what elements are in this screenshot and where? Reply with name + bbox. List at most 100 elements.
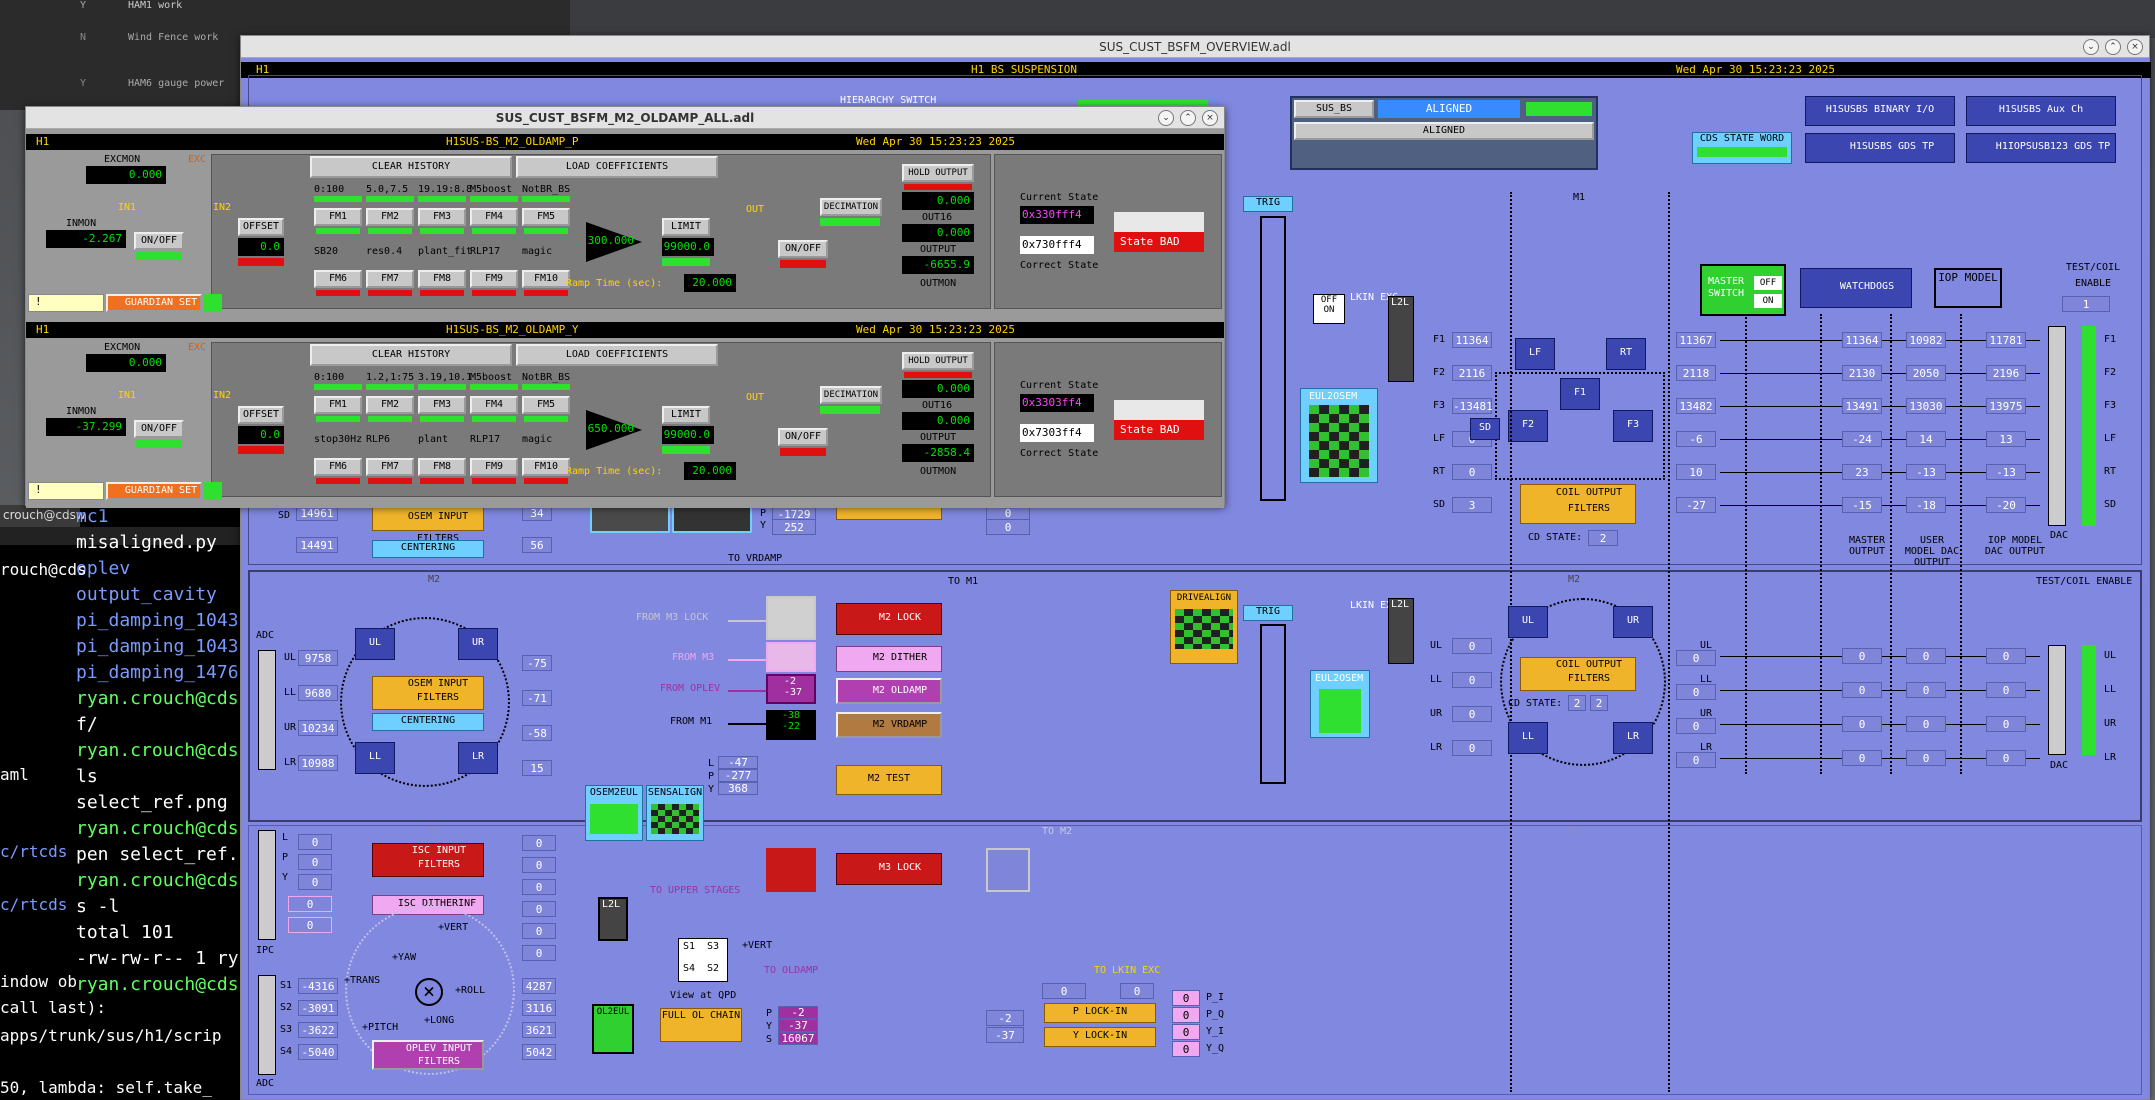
m2-osem-input-filters[interactable]: OSEM INPUT FILTERS [372, 676, 484, 710]
fm-button[interactable]: FM3 [418, 396, 466, 414]
m1-lf-osem[interactable]: LF [1515, 338, 1555, 370]
offset-button[interactable]: OFFSET [238, 218, 284, 236]
ramp-time-value[interactable]: 20.000 [684, 462, 736, 480]
gain-value[interactable]: 650.000 [586, 420, 638, 438]
m2-lock-button[interactable]: M2 LOCK [836, 603, 942, 635]
m2-dither-button[interactable]: M2 DITHER [836, 646, 942, 672]
output-onoff-button[interactable]: ON/OFF [778, 240, 828, 258]
fm-button[interactable]: FM7 [366, 270, 414, 288]
fm-button[interactable]: FM9 [470, 270, 518, 288]
overview-titlebar[interactable]: SUS_CUST_BSFM_OVERVIEW.adl ⌄ ⌃ × [241, 36, 2149, 58]
oplev-input-filters[interactable]: OPLEV INPUT FILTERS [372, 1040, 484, 1070]
iop-gds-tp-button[interactable]: H1IOPSUSB123 GDS TP [1966, 133, 2116, 163]
m2-trig-button[interactable]: TRIG [1243, 605, 1293, 621]
hold-output-button[interactable]: HOLD OUTPUT [902, 352, 974, 370]
m1-f3-osem[interactable]: F3 [1613, 410, 1653, 442]
fm-button[interactable]: FM1 [314, 396, 362, 414]
sus-bs-button[interactable]: SUS_BS [1294, 100, 1374, 118]
fm-button[interactable]: FM9 [470, 458, 518, 476]
m1-sensalign-mini[interactable] [672, 505, 752, 533]
m1-eul2osem[interactable]: EUL2OSEM [1300, 388, 1378, 483]
p-lockin-button[interactable]: P LOCK-IN [1044, 1003, 1156, 1023]
m2-oldamp-button[interactable]: M2 OLDAMP [836, 678, 942, 704]
offset-button[interactable]: OFFSET [238, 406, 284, 424]
full-ol-chain-button[interactable]: FULL OL CHAIN [660, 1008, 742, 1042]
fm-button[interactable]: FM5 [522, 208, 570, 226]
oldamp-titlebar[interactable]: SUS_CUST_BSFM_M2_OLDAMP_ALL.adl ⌄ ⌃ × [26, 107, 1224, 129]
m2-lr-osem[interactable]: LR [458, 742, 498, 774]
gain-value[interactable]: 300.000 [586, 232, 638, 250]
m2-eul2osem[interactable]: EUL2OSEM [1310, 670, 1370, 738]
m2-coil-output-filters[interactable]: COIL OUTPUT FILTERS [1520, 657, 1636, 691]
aux-ch-button[interactable]: H1SUSBS Aux Ch [1966, 96, 2116, 126]
m2-coil-enable-bar[interactable] [2082, 645, 2096, 755]
watchdogs-button[interactable]: WATCHDOGS [1800, 268, 1912, 308]
m2-right-ll-osem[interactable]: LL [1508, 722, 1548, 754]
clear-history-button[interactable]: CLEAR HISTORY [310, 344, 512, 366]
m1-f2-osem[interactable]: F2 [1508, 410, 1548, 442]
offset-value[interactable]: 0.0 [238, 238, 284, 256]
gds-tp-button[interactable]: H1SUSBS GDS TP [1805, 133, 1955, 163]
limit-value[interactable]: 99000.0 [662, 426, 714, 444]
load-coefficients-button[interactable]: LOAD COEFFICIENTS [516, 344, 718, 366]
guardian-request-select[interactable]: ALIGNED [1294, 122, 1594, 140]
m1-rt-osem[interactable]: RT [1606, 338, 1646, 370]
terminal-tab[interactable]: crouch@cdsw [0, 505, 86, 527]
fm-button[interactable]: FM2 [366, 396, 414, 414]
test-coil-enable-field[interactable]: 1 [2062, 296, 2110, 312]
m2-test-button[interactable]: M2 TEST [836, 765, 942, 795]
m1-sd-osem[interactable]: SD [1470, 418, 1500, 440]
fm-button[interactable]: FM10 [522, 270, 570, 288]
maximize-icon[interactable]: ⌃ [2105, 39, 2121, 55]
m1-coil-enable-bar[interactable] [2082, 326, 2096, 526]
ol2eul-button[interactable]: OL2EUL [592, 1004, 634, 1054]
guardian-set-button[interactable]: GUARDIAN SET [106, 294, 202, 312]
isc-input-filters[interactable]: ISC INPUT FILTERS [372, 843, 484, 877]
guardian-set-button[interactable]: GUARDIAN SET [106, 482, 202, 500]
m2-centering-button[interactable]: CENTERING [372, 713, 484, 731]
fm-button[interactable]: FM5 [522, 396, 570, 414]
fm-button[interactable]: FM7 [366, 458, 414, 476]
limit-button[interactable]: LIMIT [662, 406, 710, 424]
limit-button[interactable]: LIMIT [662, 218, 710, 236]
close-icon[interactable]: × [1202, 110, 1218, 126]
fm-button[interactable]: FM8 [418, 458, 466, 476]
m2-ll-osem[interactable]: LL [355, 742, 395, 774]
y-lockin-button[interactable]: Y LOCK-IN [1044, 1027, 1156, 1047]
m1-osem2eul-mini[interactable] [590, 505, 670, 533]
m2-right-ur-osem[interactable]: UR [1613, 606, 1653, 638]
clear-history-button[interactable]: CLEAR HISTORY [310, 156, 512, 178]
limit-value[interactable]: 99000.0 [662, 238, 714, 256]
hold-output-button[interactable]: HOLD OUTPUT [902, 164, 974, 182]
m2-right-ul-osem[interactable]: UL [1508, 606, 1548, 638]
offset-value[interactable]: 0.0 [238, 426, 284, 444]
fm-button[interactable]: FM8 [418, 270, 466, 288]
fm-button[interactable]: FM6 [314, 270, 362, 288]
fm-button[interactable]: FM4 [470, 396, 518, 414]
m3-lock-button[interactable]: M3 LOCK [836, 853, 942, 885]
fm-button[interactable]: FM1 [314, 208, 362, 226]
input-onoff-button[interactable]: ON/OFF [134, 420, 184, 438]
fm-button[interactable]: FM10 [522, 458, 570, 476]
m1-osem-input-filters[interactable]: OSEM INPUT FILTERS [372, 505, 484, 544]
trig-button[interactable]: TRIG [1243, 196, 1293, 212]
master-switch[interactable]: MASTER SWITCH OFF ON [1700, 264, 1786, 316]
m1-coil-output-filters[interactable]: COIL OUTPUT FILTERS [1520, 484, 1636, 524]
minimize-icon[interactable]: ⌄ [2083, 39, 2099, 55]
m2-ul-osem[interactable]: UL [355, 628, 395, 660]
sensalign-button[interactable]: SENSALIGN [646, 785, 704, 841]
output-onoff-button[interactable]: ON/OFF [778, 428, 828, 446]
fm-button[interactable]: FM3 [418, 208, 466, 226]
fm-button[interactable]: FM2 [366, 208, 414, 226]
ramp-time-value[interactable]: 20.000 [684, 274, 736, 292]
minimize-icon[interactable]: ⌄ [1158, 110, 1174, 126]
decimation-button[interactable]: DECIMATION [820, 198, 882, 216]
m1-centering-button[interactable]: CENTERING [372, 540, 484, 558]
maximize-icon[interactable]: ⌃ [1180, 110, 1196, 126]
osem2eul-button[interactable]: OSEM2EUL [585, 785, 643, 841]
m2-right-lr-osem[interactable]: LR [1613, 722, 1653, 754]
close-icon[interactable]: × [2127, 39, 2143, 55]
input-onoff-button[interactable]: ON/OFF [134, 232, 184, 250]
m1-off-on-toggle[interactable]: OFF ON [1313, 294, 1345, 324]
binary-io-button[interactable]: H1SUSBS BINARY I/O [1805, 96, 1955, 126]
